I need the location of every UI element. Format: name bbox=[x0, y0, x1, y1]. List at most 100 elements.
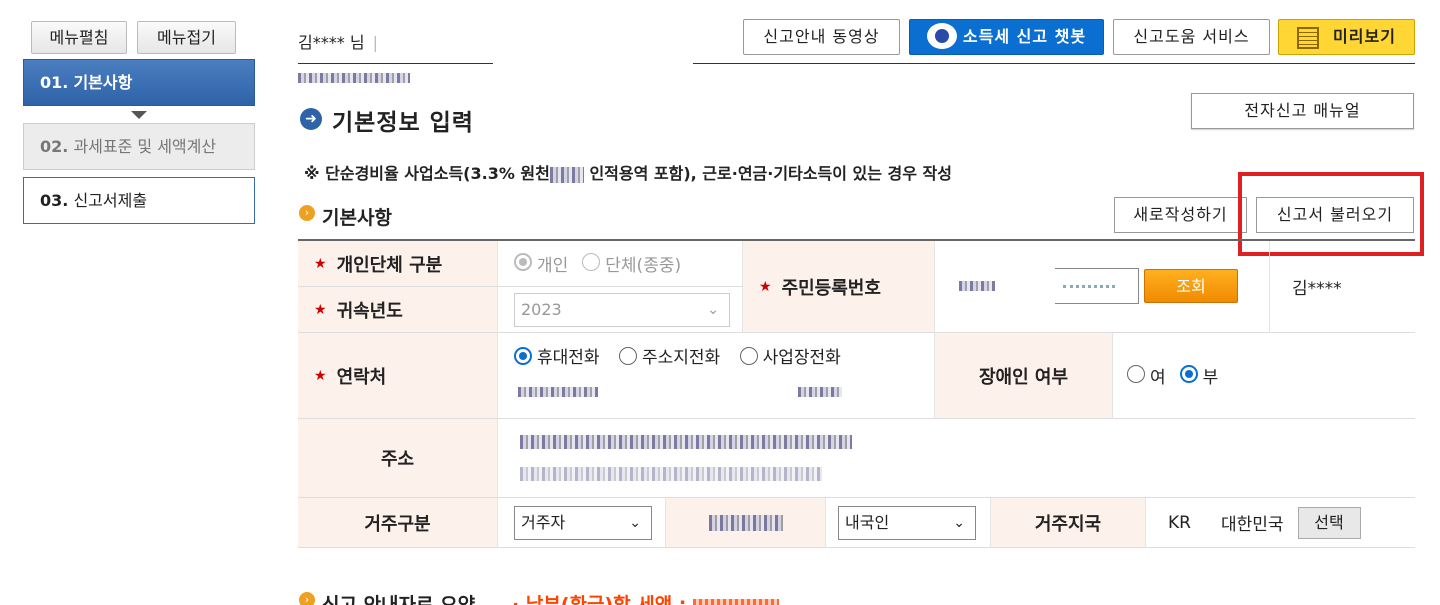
country-code: KR bbox=[1168, 512, 1191, 533]
divider: | bbox=[372, 33, 378, 52]
radio-disabled-yes[interactable] bbox=[1127, 364, 1145, 383]
arrow-right-icon: ➜ bbox=[300, 108, 322, 130]
chatbot-icon bbox=[926, 22, 957, 49]
page-title: 기본정보 입력 bbox=[332, 110, 474, 136]
nationality-label bbox=[666, 498, 826, 548]
address-field bbox=[498, 419, 1415, 498]
rrn-name: 김**** bbox=[1270, 241, 1415, 333]
preview-button[interactable]: 미리보기 bbox=[1278, 19, 1415, 55]
masked-rrn-back bbox=[1063, 285, 1115, 288]
section-bullet-icon: › bbox=[299, 592, 315, 605]
rrn-back-input[interactable] bbox=[1055, 268, 1139, 304]
step-label: 기본사항 bbox=[73, 73, 133, 92]
document-icon bbox=[1297, 26, 1320, 49]
label-text: 주민등록번호 bbox=[781, 277, 881, 299]
required-icon: ★ bbox=[314, 255, 327, 272]
step-arrow-icon bbox=[131, 111, 147, 119]
help-service-button[interactable]: 신고도움 서비스 bbox=[1113, 19, 1270, 55]
guide-video-button[interactable]: 신고안내 동영상 bbox=[743, 19, 900, 55]
select-value: 2023 bbox=[521, 299, 562, 319]
label-text: 장애인 여부 bbox=[978, 366, 1069, 388]
radio-label: 여 bbox=[1150, 368, 1166, 388]
label-text: 주소 bbox=[380, 449, 415, 470]
chevron-down-icon: ⌄ bbox=[707, 301, 719, 318]
masked-address-1 bbox=[520, 435, 852, 449]
contact-field: 휴대전화 주소지전화 사업장전화 bbox=[498, 333, 994, 419]
select-value: 거주자 bbox=[521, 512, 566, 532]
user-name: 김**** bbox=[298, 33, 345, 52]
rrn-label: ★ 주민등록번호 bbox=[743, 241, 935, 333]
masked-address-2 bbox=[520, 467, 822, 481]
section-bullet-icon: › bbox=[299, 205, 315, 221]
person-type-field: 개인 단체(종중) bbox=[498, 241, 743, 287]
radio-label: 사업장전화 bbox=[762, 348, 841, 368]
radio-label: 휴대전화 bbox=[537, 348, 600, 368]
address-label: 주소 bbox=[298, 419, 498, 498]
radio-group[interactable] bbox=[582, 252, 601, 271]
note-text-start: ※ 단순경비율 사업소득(3.3% 원천 bbox=[304, 164, 550, 183]
step-label: 신고서제출 bbox=[73, 191, 148, 210]
step-submission[interactable]: 03. 신고서제출 bbox=[23, 177, 255, 224]
residence-field: 거주자 ⌄ bbox=[498, 498, 666, 548]
step-number: 03. bbox=[40, 191, 69, 210]
masked-text bbox=[549, 166, 584, 183]
country-name: 대한민국 bbox=[1220, 515, 1284, 535]
disability-field: 여 부 bbox=[1113, 333, 1415, 419]
contact-type-options: 휴대전화 주소지전화 사업장전화 bbox=[514, 343, 855, 368]
person-type-label: ★ 개인단체 구분 bbox=[298, 241, 498, 287]
note-text-end: 인적용역 포함), 근로·연금·기타소득이 있는 경우 작성 bbox=[583, 164, 952, 183]
rrn-query-button[interactable]: 조회 bbox=[1144, 269, 1238, 303]
nationality-select[interactable]: 내국인 ⌄ bbox=[838, 505, 976, 540]
tax-year-label: ★ 귀속년도 bbox=[298, 287, 498, 333]
note-text: · 납부(환급)할 세액 : bbox=[512, 594, 694, 605]
radio-label: 주소지전화 bbox=[641, 348, 721, 368]
radio-home-phone[interactable] bbox=[618, 347, 637, 365]
disability-label: 장애인 여부 bbox=[935, 333, 1113, 419]
masked-phone-2 bbox=[798, 387, 842, 397]
new-form-button[interactable]: 새로작성하기 bbox=[1114, 197, 1247, 233]
contact-label: ★ 연락처 bbox=[298, 333, 498, 419]
step-tax-calculation[interactable]: 02. 과세표준 및 세액계산 bbox=[23, 123, 255, 170]
radio-disabled-no[interactable] bbox=[1179, 364, 1198, 383]
radio-mobile[interactable] bbox=[514, 347, 532, 365]
e-filing-manual-button[interactable]: 전자신고 매뉴얼 bbox=[1191, 93, 1414, 129]
chatbot-button[interactable]: 소득세 신고 챗봇 bbox=[909, 19, 1104, 55]
masked-amount bbox=[693, 598, 780, 605]
radio-label: 단체(종중) bbox=[605, 256, 682, 276]
tax-amount-note: · 납부(환급)할 세액 : bbox=[512, 590, 780, 605]
required-icon: ★ bbox=[759, 278, 772, 295]
name-text: 김**** bbox=[1292, 279, 1342, 299]
user-suffix: 님 bbox=[349, 33, 365, 52]
radio-individual[interactable] bbox=[514, 252, 532, 271]
label-text: 개인단체 구분 bbox=[336, 254, 443, 276]
tax-year-field: 2023 ⌄ bbox=[498, 287, 743, 333]
masked-user-id bbox=[298, 72, 410, 83]
menu-expand-button[interactable]: 메뉴펼침 bbox=[31, 21, 127, 54]
step-number: 02. bbox=[40, 137, 69, 156]
menu-collapse-button[interactable]: 메뉴접기 bbox=[137, 21, 236, 54]
step-basic-info[interactable]: 01. 기본사항 bbox=[23, 59, 255, 106]
basic-info-form: ★ 개인단체 구분 개인 단체(종중) ★ 귀속년도 2023 ⌄ ★ 주민등록번호 조… bbox=[298, 239, 1415, 548]
label-text: 연락처 bbox=[336, 366, 387, 388]
masked-label bbox=[708, 514, 783, 531]
user-info: 김**** 님 | bbox=[298, 26, 493, 83]
country-label: 거주지국 bbox=[991, 498, 1146, 548]
chevron-down-icon: ⌄ bbox=[953, 514, 965, 531]
nationality-field: 내국인 ⌄ bbox=[826, 498, 991, 548]
tax-year-select[interactable]: 2023 ⌄ bbox=[514, 292, 730, 327]
radio-business-phone[interactable] bbox=[739, 347, 758, 365]
residence-select[interactable]: 거주자 ⌄ bbox=[514, 505, 652, 540]
country-field: KR 대한민국 선택 bbox=[1146, 498, 1415, 548]
chevron-down-icon: ⌄ bbox=[629, 514, 641, 531]
step-number: 01. bbox=[40, 73, 69, 92]
select-value: 내국인 bbox=[845, 512, 890, 532]
label-text: 거주구분 bbox=[364, 513, 431, 535]
radio-label: 부 bbox=[1202, 368, 1219, 388]
summary-section-title: 신고 안내자료 요약 bbox=[322, 594, 476, 605]
section-title: 기본사항 bbox=[322, 207, 392, 229]
label-text: 거주지국 bbox=[1034, 513, 1102, 535]
select-country-button[interactable]: 선택 bbox=[1297, 506, 1361, 539]
residence-label: 거주구분 bbox=[298, 498, 498, 548]
masked-phone-1 bbox=[518, 387, 598, 397]
chatbot-label: 소득세 신고 챗봇 bbox=[962, 27, 1087, 46]
